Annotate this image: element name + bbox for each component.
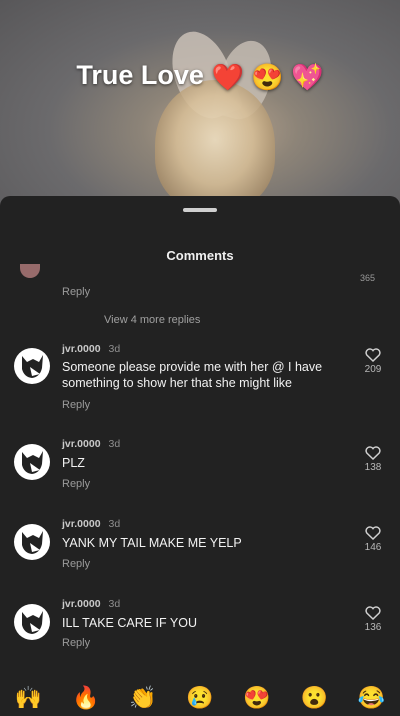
reply-button[interactable]: Reply: [62, 558, 90, 570]
view-more-replies-button[interactable]: View 4 more replies: [104, 314, 200, 326]
like-button[interactable]: 209: [360, 348, 386, 375]
partial-like-count: 365: [360, 273, 376, 283]
comment-username[interactable]: jvr.0000 3d: [62, 438, 120, 450]
comment-text: ILL TAKE CARE IF YOU: [62, 616, 197, 630]
comment-text: YANK MY TAIL MAKE ME YELP: [62, 536, 242, 550]
like-count: 146: [364, 542, 382, 553]
username-text: jvr.0000: [62, 343, 101, 355]
reply-button[interactable]: Reply: [62, 637, 90, 649]
username-text: jvr.0000: [62, 598, 101, 610]
heart-eyes-emoji: 😍: [251, 62, 284, 92]
like-button[interactable]: 138: [360, 446, 386, 473]
sparkling-heart-emoji: 💖: [291, 62, 324, 92]
cat-avatar-icon: [22, 531, 43, 554]
comment-time: 3d: [108, 438, 121, 450]
video-player[interactable]: True Love ❤️ 😍 💖: [0, 0, 400, 220]
heart-emoji: ❤️: [211, 62, 244, 92]
comment-username[interactable]: jvr.0000 3d: [62, 598, 120, 610]
reply-button[interactable]: Reply: [62, 286, 90, 298]
comments-title: Comments: [166, 248, 234, 263]
like-count: 136: [364, 622, 382, 633]
fire-emoji-button[interactable]: 🔥: [72, 685, 99, 711]
username-text: jvr.0000: [62, 518, 101, 530]
comment-time: 3d: [108, 343, 121, 355]
quick-emoji-bar: 🙌 🔥 👏 😢 😍 😮 😂: [0, 680, 400, 716]
partial-avatar: [20, 264, 40, 278]
like-button[interactable]: 146: [360, 526, 386, 553]
comment-time: 3d: [108, 598, 121, 610]
heart-icon: [365, 526, 381, 540]
comment-text: Someone please provide me with her @ I h…: [62, 360, 323, 390]
cat-avatar-icon: [22, 611, 43, 634]
raising-hands-emoji-button[interactable]: 🙌: [15, 685, 42, 711]
like-button[interactable]: 136: [360, 606, 386, 633]
comment-text: PLZ: [62, 456, 85, 470]
like-count: 138: [364, 462, 382, 473]
avatar[interactable]: [14, 604, 50, 640]
avatar[interactable]: [14, 444, 50, 480]
comment-username[interactable]: jvr.0000 3d: [62, 343, 120, 355]
like-count: 209: [364, 364, 382, 375]
comments-sheet: Comments 365 Reply View 4 more replies j…: [0, 196, 400, 716]
comment-time: 3d: [108, 518, 121, 530]
avatar[interactable]: [14, 348, 50, 384]
laughing-emoji-button[interactable]: 😂: [358, 685, 385, 711]
video-caption: True Love ❤️ 😍 💖: [0, 60, 400, 93]
reply-button[interactable]: Reply: [62, 399, 90, 411]
comment-username[interactable]: jvr.0000 3d: [62, 518, 120, 530]
avatar[interactable]: [14, 524, 50, 560]
cat-avatar-icon: [22, 451, 43, 474]
username-text: jvr.0000: [62, 438, 101, 450]
cat-avatar-icon: [22, 355, 43, 378]
clapping-emoji-button[interactable]: 👏: [129, 685, 156, 711]
video-caption-text: True Love: [76, 60, 204, 90]
drag-handle[interactable]: [183, 208, 217, 212]
reply-button[interactable]: Reply: [62, 478, 90, 490]
surprised-emoji-button[interactable]: 😮: [301, 685, 328, 711]
heart-icon: [365, 348, 381, 362]
heart-icon: [365, 446, 381, 460]
sad-emoji-button[interactable]: 😢: [186, 685, 213, 711]
heart-eyes-emoji-button[interactable]: 😍: [243, 685, 270, 711]
heart-icon: [365, 606, 381, 620]
video-figure: [155, 80, 275, 210]
